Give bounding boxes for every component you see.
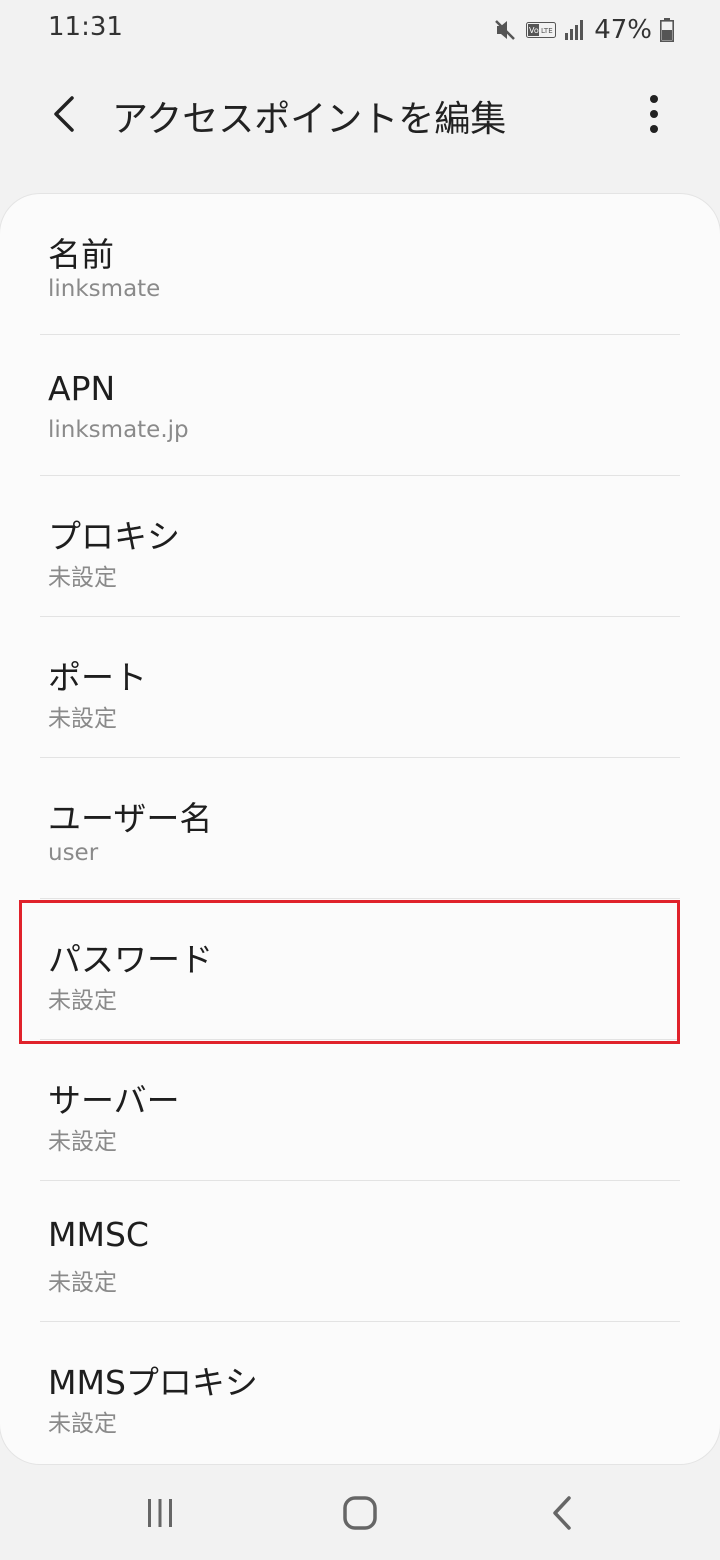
mute-icon: [495, 20, 516, 40]
signal-icon: [565, 20, 584, 40]
setting-row-mms-proxy[interactable]: MMSプロキシ 未設定: [0, 1322, 720, 1463]
back-icon: [553, 1496, 571, 1530]
status-bar: 11:31 Vo LTE 47%: [0, 0, 720, 60]
setting-row-mmsc[interactable]: MMSC 未設定: [0, 1181, 720, 1322]
nav-back-button[interactable]: [517, 1478, 607, 1548]
app-bar: アクセスポイントを編集: [0, 60, 720, 172]
setting-title: ユーザー名: [48, 799, 213, 838]
setting-value: 未設定: [48, 1129, 117, 1155]
svg-text:Vo: Vo: [529, 26, 539, 35]
battery-percent: 47%: [594, 15, 652, 45]
setting-title: APN: [48, 369, 116, 408]
setting-row-apn[interactable]: APN linksmate.jp: [0, 335, 720, 476]
battery-icon: [660, 18, 674, 42]
settings-card: 名前 linksmate APN linksmate.jp プロキシ 未設定 ポ…: [0, 194, 720, 1464]
recent-apps-button[interactable]: [115, 1478, 205, 1548]
setting-title: サーバー: [48, 1081, 180, 1120]
setting-row-proxy[interactable]: プロキシ 未設定: [0, 476, 720, 617]
setting-value: 未設定: [48, 988, 117, 1014]
setting-value: user: [48, 840, 99, 866]
setting-title: パスワード: [48, 940, 213, 979]
setting-row-name[interactable]: 名前 linksmate: [0, 194, 720, 335]
page-title: アクセスポイントを編集: [112, 99, 507, 140]
more-options-button[interactable]: [628, 82, 680, 146]
chevron-left-icon: [54, 96, 74, 132]
status-time: 11:31: [48, 12, 123, 42]
setting-row-port[interactable]: ポート 未設定: [0, 617, 720, 758]
setting-value: 未設定: [48, 706, 117, 732]
setting-value: linksmate.jp: [48, 417, 189, 443]
setting-title: ポート: [48, 658, 147, 697]
setting-row-server[interactable]: サーバー 未設定: [0, 1040, 720, 1181]
setting-value: 未設定: [48, 565, 117, 591]
setting-title: 名前: [48, 235, 114, 274]
more-vertical-icon: [650, 95, 658, 133]
volte-icon: Vo LTE: [526, 22, 557, 38]
setting-value: 未設定: [48, 1411, 117, 1437]
setting-title: MMSC: [48, 1215, 149, 1254]
status-icons: Vo LTE 47%: [492, 14, 674, 46]
setting-value: 未設定: [48, 1270, 117, 1296]
setting-value: linksmate: [48, 276, 161, 302]
home-icon: [343, 1496, 377, 1530]
navigation-bar: [0, 1464, 720, 1560]
home-button[interactable]: [315, 1478, 405, 1548]
svg-text:LTE: LTE: [541, 27, 553, 35]
back-button[interactable]: [36, 82, 92, 146]
setting-row-password[interactable]: パスワード 未設定: [0, 899, 720, 1040]
recent-apps-icon: [148, 1499, 172, 1527]
setting-row-username[interactable]: ユーザー名 user: [0, 758, 720, 899]
setting-title: プロキシ: [48, 517, 180, 556]
setting-title: MMSプロキシ: [48, 1363, 258, 1402]
